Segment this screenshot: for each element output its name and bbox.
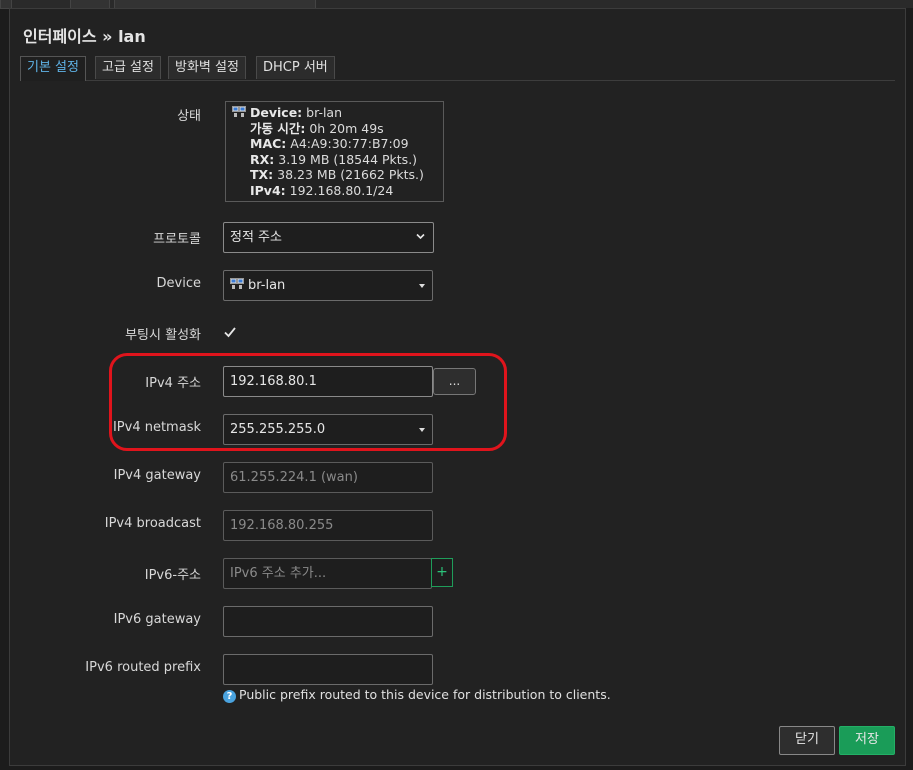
save-button[interactable]: 저장 [839,726,895,755]
highlight-annotation [109,353,507,451]
bringup-checkbox[interactable] [223,325,237,339]
status-box: Device: br-lan 가동 시간: 0h 20m 49s MAC: A4… [225,101,444,202]
chevron-down-icon [416,233,425,240]
tx-value: 38.23 MB (21662 Pkts.) [277,167,424,182]
protocol-select[interactable]: 정적 주소 [223,222,434,253]
close-button[interactable]: 닫기 [779,726,835,755]
device-key: Device: [250,105,303,120]
tab-advanced[interactable]: 고급 설정 [95,56,161,79]
ipv4-key: IPv4: [250,182,286,198]
tab-general[interactable]: 기본 설정 [20,56,86,81]
mac-value: A4:A9:30:77:B7:09 [290,136,409,151]
tx-key: TX: [250,167,274,182]
tab-dhcp[interactable]: DHCP 서버 [256,56,335,79]
rx-value: 3.19 MB (18544 Pkts.) [278,151,418,167]
bringup-label: 부팅시 활성화 [125,328,201,343]
network-icon [230,278,244,289]
device-select-value: br-lan [248,278,286,293]
ipv6-gateway-input[interactable] [223,606,433,637]
protocol-label: 프로토콜 [153,232,201,247]
uptime-key: 가동 시간: [250,120,306,136]
device-value: br-lan [306,105,343,120]
uptime-value: 0h 20m 49s [309,120,384,136]
ipv6-address-label: IPv6-주소 [144,568,201,583]
mac-key: MAC: [250,136,287,151]
protocol-value: 정적 주소 [230,230,282,245]
interface-dialog: 인터페이스 » lan 기본 설정 고급 설정 방화벽 설정 DHCP 서버 상… [9,8,906,766]
rx-key: RX: [250,151,275,167]
ipv6-prefix-help-text: Public prefix routed to this device for … [239,687,611,702]
ipv6-address-input[interactable]: IPv6 주소 추가... [223,558,432,589]
ipv4-gateway-input[interactable]: 61.255.224.1 (wan) [223,462,433,493]
ipv4-broadcast-input[interactable]: 192.168.80.255 [223,510,433,541]
device-label: Device [156,276,201,291]
ipv4-value: 192.168.80.1/24 [289,182,394,198]
dialog-title: 인터페이스 » lan [23,27,146,46]
status-label: 상태 [177,109,201,124]
ipv6-gateway-label: IPv6 gateway [113,612,201,627]
tab-bar: 기본 설정 고급 설정 방화벽 설정 DHCP 서버 [20,56,895,81]
ipv6-add-button[interactable]: + [431,558,453,587]
ipv6-prefix-help: ? Public prefix routed to this device for… [223,687,611,703]
ipv6-prefix-input[interactable] [223,654,433,685]
network-icon [232,106,246,117]
tab-firewall[interactable]: 방화벽 설정 [168,56,246,79]
ipv4-broadcast-label: IPv4 broadcast [104,516,201,531]
help-icon: ? [223,690,236,703]
device-select[interactable]: br-lan [223,270,433,301]
ipv4-gateway-label: IPv4 gateway [113,468,201,483]
ipv6-prefix-label: IPv6 routed prefix [85,660,201,675]
